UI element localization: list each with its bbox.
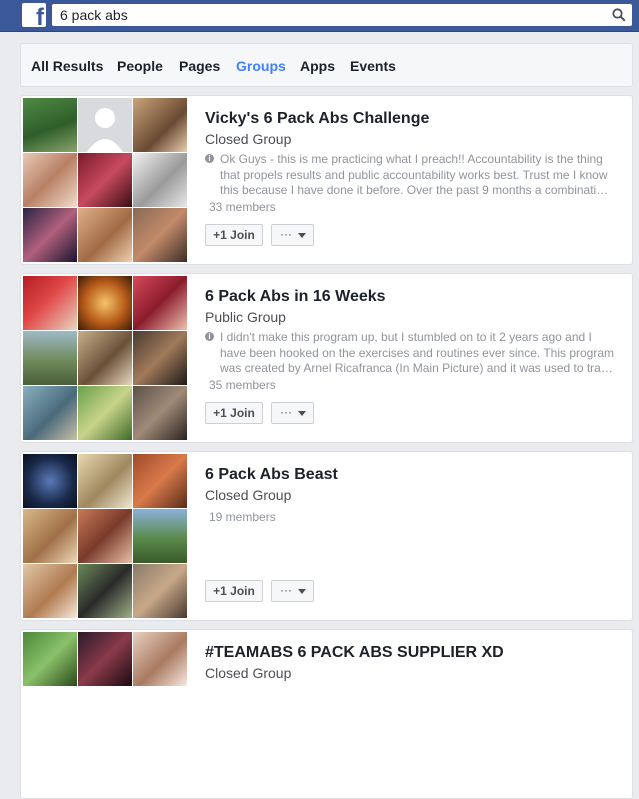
member-photo[interactable] [23,208,77,262]
group-result-card: 6 Pack Abs Beast Closed Group 19 members… [20,451,633,621]
more-options-button[interactable]: ··· [271,224,314,246]
group-title[interactable]: 6 Pack Abs in 16 Weeks [205,288,386,306]
top-navigation-bar: f 6 pack abs [0,0,639,32]
group-description: i Ok Guys - this is me practicing what I… [205,152,617,198]
group-title[interactable]: 6 Pack Abs Beast [205,466,338,484]
member-photo[interactable] [133,564,187,618]
chevron-down-icon [298,589,306,594]
tab-people[interactable]: People [117,58,163,74]
member-photo[interactable] [78,331,132,385]
info-icon: i [205,154,214,163]
member-photo[interactable] [78,632,132,686]
member-photo[interactable] [133,386,187,440]
more-options-label: ··· [280,405,292,419]
tab-pages[interactable]: Pages [179,58,220,74]
more-options-button[interactable]: ··· [271,580,314,602]
group-description-text: I didn't make this program up, but I stu… [220,330,615,375]
group-description-text: Ok Guys - this is me practicing what I p… [220,152,609,197]
group-privacy: Closed Group [205,665,292,681]
tab-events[interactable]: Events [350,58,396,74]
member-photo-grid[interactable] [23,276,187,440]
chevron-down-icon [298,233,306,238]
group-result-card: 6 Pack Abs in 16 Weeks Public Group i I … [20,273,633,443]
search-filter-tabs: All Results People Pages Groups Apps Eve… [20,43,633,87]
search-input-value[interactable]: 6 pack abs [60,7,128,23]
tab-groups[interactable]: Groups [236,58,286,74]
group-title[interactable]: Vicky's 6 Pack Abs Challenge [205,110,429,128]
member-photo[interactable] [78,153,132,207]
member-photo[interactable] [78,564,132,618]
group-title[interactable]: #TEAMABS 6 PACK ABS SUPPLIER XD [205,644,504,662]
member-photo[interactable] [23,331,77,385]
join-button[interactable]: +1 Join [205,402,263,424]
more-options-label: ··· [280,583,292,597]
facebook-logo-icon[interactable]: f [22,3,46,30]
member-photo[interactable] [78,276,132,330]
member-photo[interactable] [23,564,77,618]
member-photo[interactable] [133,208,187,262]
member-count: 35 members [209,378,276,392]
search-icon[interactable] [612,8,626,22]
member-photo[interactable] [133,509,187,563]
info-icon: i [205,332,214,341]
search-input[interactable]: 6 pack abs [52,4,632,26]
member-photo[interactable] [133,331,187,385]
member-photo[interactable] [133,98,187,152]
group-result-card: Vicky's 6 Pack Abs Challenge Closed Grou… [20,95,633,265]
more-options-button[interactable]: ··· [271,402,314,424]
member-photo[interactable] [23,276,77,330]
tab-apps[interactable]: Apps [300,58,335,74]
member-photo-grid[interactable] [23,98,187,262]
join-button[interactable]: +1 Join [205,224,263,246]
member-photo[interactable] [78,386,132,440]
member-photo[interactable] [133,276,187,330]
member-photo[interactable] [78,509,132,563]
member-photo[interactable] [133,454,187,508]
member-photo[interactable] [78,98,132,152]
member-count: 33 members [209,200,276,214]
member-photo[interactable] [23,454,77,508]
member-count: 19 members [209,510,276,524]
group-description: i I didn't make this program up, but I s… [205,330,617,376]
member-photo-grid[interactable] [23,454,187,618]
member-photo[interactable] [23,98,77,152]
member-photo[interactable] [133,632,187,686]
group-privacy: Closed Group [205,131,292,147]
member-photo-grid[interactable] [23,632,187,796]
group-result-card: #TEAMABS 6 PACK ABS SUPPLIER XD Closed G… [20,629,633,799]
member-photo[interactable] [78,454,132,508]
more-options-label: ··· [280,227,292,241]
member-photo[interactable] [23,386,77,440]
chevron-down-icon [298,411,306,416]
member-photo[interactable] [23,153,77,207]
group-privacy: Closed Group [205,487,292,503]
member-photo[interactable] [78,208,132,262]
member-photo[interactable] [23,509,77,563]
group-privacy: Public Group [205,309,286,325]
tab-all-results[interactable]: All Results [31,58,103,74]
join-button[interactable]: +1 Join [205,580,263,602]
member-photo[interactable] [133,153,187,207]
member-photo[interactable] [23,632,77,686]
